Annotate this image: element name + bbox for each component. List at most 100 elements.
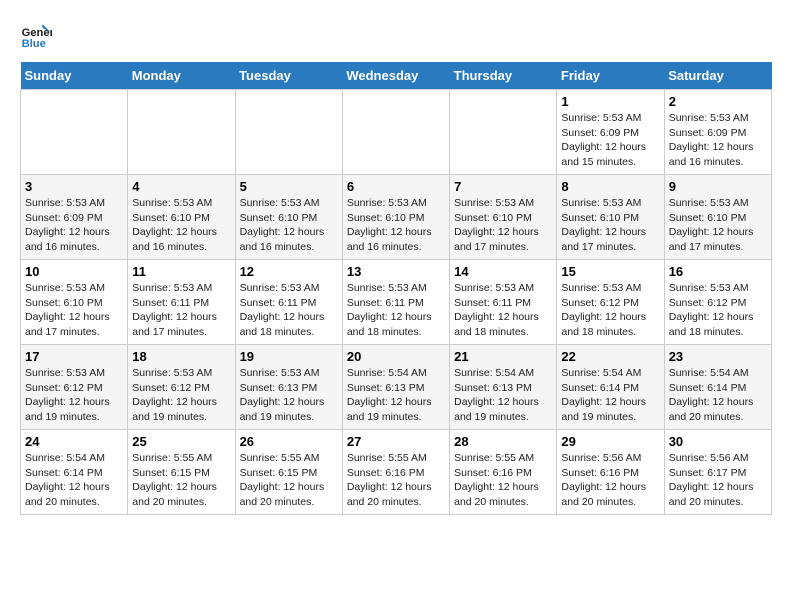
week-row-1: 1 Sunrise: 5:53 AM Sunset: 6:09 PM Daylig… (21, 90, 772, 175)
day-number: 26 (240, 434, 338, 449)
day-info: Sunrise: 5:55 AM Sunset: 6:16 PM Dayligh… (454, 451, 552, 510)
week-row-4: 17 Sunrise: 5:53 AM Sunset: 6:12 PM Dayli… (21, 345, 772, 430)
day-number: 3 (25, 179, 123, 194)
calendar-cell: 28 Sunrise: 5:55 AM Sunset: 6:16 PM Dayli… (450, 430, 557, 515)
day-number: 14 (454, 264, 552, 279)
day-info: Sunrise: 5:53 AM Sunset: 6:13 PM Dayligh… (240, 366, 338, 425)
weekday-header-saturday: Saturday (664, 62, 771, 90)
calendar-cell: 30Sunrise: 5:56 AM Sunset: 6:17 PM Dayli… (664, 430, 771, 515)
day-number: 15 (561, 264, 659, 279)
day-number: 12 (240, 264, 338, 279)
day-number: 19 (240, 349, 338, 364)
day-info: Sunrise: 5:53 AM Sunset: 6:11 PM Dayligh… (132, 281, 230, 340)
calendar-cell: 3 Sunrise: 5:53 AM Sunset: 6:09 PM Daylig… (21, 175, 128, 260)
day-info: Sunrise: 5:53 AM Sunset: 6:12 PM Dayligh… (132, 366, 230, 425)
day-number: 13 (347, 264, 445, 279)
day-info: Sunrise: 5:54 AM Sunset: 6:13 PM Dayligh… (347, 366, 445, 425)
header: General Blue (20, 20, 772, 52)
calendar-cell: 22 Sunrise: 5:54 AM Sunset: 6:14 PM Dayli… (557, 345, 664, 430)
day-info: Sunrise: 5:53 AM Sunset: 6:10 PM Dayligh… (240, 196, 338, 255)
calendar-cell: 2Sunrise: 5:53 AM Sunset: 6:09 PM Daylig… (664, 90, 771, 175)
day-number: 11 (132, 264, 230, 279)
weekday-header-monday: Monday (128, 62, 235, 90)
calendar-cell: 6 Sunrise: 5:53 AM Sunset: 6:10 PM Daylig… (342, 175, 449, 260)
day-number: 16 (669, 264, 767, 279)
week-row-2: 3 Sunrise: 5:53 AM Sunset: 6:09 PM Daylig… (21, 175, 772, 260)
calendar-cell: 18 Sunrise: 5:53 AM Sunset: 6:12 PM Dayli… (128, 345, 235, 430)
day-number: 25 (132, 434, 230, 449)
weekday-header-thursday: Thursday (450, 62, 557, 90)
calendar-cell: 13 Sunrise: 5:53 AM Sunset: 6:11 PM Dayli… (342, 260, 449, 345)
day-number: 20 (347, 349, 445, 364)
calendar-cell: 29 Sunrise: 5:56 AM Sunset: 6:16 PM Dayli… (557, 430, 664, 515)
day-number: 18 (132, 349, 230, 364)
day-number: 28 (454, 434, 552, 449)
calendar-cell: 27 Sunrise: 5:55 AM Sunset: 6:16 PM Dayli… (342, 430, 449, 515)
day-info: Sunrise: 5:54 AM Sunset: 6:14 PM Dayligh… (25, 451, 123, 510)
day-number: 9 (669, 179, 767, 194)
day-number: 8 (561, 179, 659, 194)
day-info: Sunrise: 5:53 AM Sunset: 6:10 PM Dayligh… (561, 196, 659, 255)
day-info: Sunrise: 5:53 AM Sunset: 6:12 PM Dayligh… (669, 281, 767, 340)
day-info: Sunrise: 5:54 AM Sunset: 6:13 PM Dayligh… (454, 366, 552, 425)
day-number: 17 (25, 349, 123, 364)
calendar-cell: 20 Sunrise: 5:54 AM Sunset: 6:13 PM Dayli… (342, 345, 449, 430)
calendar-cell: 5 Sunrise: 5:53 AM Sunset: 6:10 PM Daylig… (235, 175, 342, 260)
day-number: 22 (561, 349, 659, 364)
calendar-cell: 14 Sunrise: 5:53 AM Sunset: 6:11 PM Dayli… (450, 260, 557, 345)
day-info: Sunrise: 5:55 AM Sunset: 6:15 PM Dayligh… (132, 451, 230, 510)
day-info: Sunrise: 5:53 AM Sunset: 6:09 PM Dayligh… (25, 196, 123, 255)
calendar-cell: 21 Sunrise: 5:54 AM Sunset: 6:13 PM Dayli… (450, 345, 557, 430)
day-number: 7 (454, 179, 552, 194)
calendar-table: SundayMondayTuesdayWednesdayThursdayFrid… (20, 62, 772, 515)
day-number: 29 (561, 434, 659, 449)
logo: General Blue (20, 20, 56, 52)
calendar-cell (342, 90, 449, 175)
day-info: Sunrise: 5:53 AM Sunset: 6:10 PM Dayligh… (25, 281, 123, 340)
day-info: Sunrise: 5:53 AM Sunset: 6:11 PM Dayligh… (454, 281, 552, 340)
calendar-cell (21, 90, 128, 175)
calendar-cell: 4 Sunrise: 5:53 AM Sunset: 6:10 PM Daylig… (128, 175, 235, 260)
day-number: 5 (240, 179, 338, 194)
svg-text:Blue: Blue (22, 38, 46, 50)
weekday-header-friday: Friday (557, 62, 664, 90)
calendar-cell: 10 Sunrise: 5:53 AM Sunset: 6:10 PM Dayli… (21, 260, 128, 345)
calendar-cell: 23Sunrise: 5:54 AM Sunset: 6:14 PM Dayli… (664, 345, 771, 430)
day-info: Sunrise: 5:54 AM Sunset: 6:14 PM Dayligh… (561, 366, 659, 425)
day-number: 21 (454, 349, 552, 364)
calendar-cell (235, 90, 342, 175)
calendar-cell: 17 Sunrise: 5:53 AM Sunset: 6:12 PM Dayli… (21, 345, 128, 430)
day-info: Sunrise: 5:53 AM Sunset: 6:10 PM Dayligh… (132, 196, 230, 255)
day-number: 24 (25, 434, 123, 449)
day-info: Sunrise: 5:53 AM Sunset: 6:12 PM Dayligh… (25, 366, 123, 425)
day-info: Sunrise: 5:53 AM Sunset: 6:10 PM Dayligh… (669, 196, 767, 255)
calendar-cell: 12Sunrise: 5:53 AM Sunset: 6:11 PM Dayli… (235, 260, 342, 345)
calendar-cell: 25 Sunrise: 5:55 AM Sunset: 6:15 PM Dayli… (128, 430, 235, 515)
logo-icon: General Blue (20, 20, 52, 52)
day-number: 4 (132, 179, 230, 194)
calendar-cell: 8 Sunrise: 5:53 AM Sunset: 6:10 PM Daylig… (557, 175, 664, 260)
day-number: 10 (25, 264, 123, 279)
day-number: 6 (347, 179, 445, 194)
calendar-cell: 24 Sunrise: 5:54 AM Sunset: 6:14 PM Dayli… (21, 430, 128, 515)
svg-text:General: General (22, 27, 52, 39)
day-info: Sunrise: 5:55 AM Sunset: 6:16 PM Dayligh… (347, 451, 445, 510)
day-info: Sunrise: 5:56 AM Sunset: 6:16 PM Dayligh… (561, 451, 659, 510)
day-number: 2 (669, 94, 767, 109)
day-info: Sunrise: 5:53 AM Sunset: 6:09 PM Dayligh… (561, 111, 659, 170)
week-row-5: 24 Sunrise: 5:54 AM Sunset: 6:14 PM Dayli… (21, 430, 772, 515)
calendar-cell: 1 Sunrise: 5:53 AM Sunset: 6:09 PM Daylig… (557, 90, 664, 175)
weekday-header-row: SundayMondayTuesdayWednesdayThursdayFrid… (21, 62, 772, 90)
day-info: Sunrise: 5:53 AM Sunset: 6:10 PM Dayligh… (347, 196, 445, 255)
day-info: Sunrise: 5:54 AM Sunset: 6:14 PM Dayligh… (669, 366, 767, 425)
day-number: 27 (347, 434, 445, 449)
calendar-cell: 16 Sunrise: 5:53 AM Sunset: 6:12 PM Dayli… (664, 260, 771, 345)
calendar-cell (450, 90, 557, 175)
day-number: 1 (561, 94, 659, 109)
weekday-header-wednesday: Wednesday (342, 62, 449, 90)
calendar-cell (128, 90, 235, 175)
day-info: Sunrise: 5:53 AM Sunset: 6:11 PM Dayligh… (347, 281, 445, 340)
calendar-cell: 26Sunrise: 5:55 AM Sunset: 6:15 PM Dayli… (235, 430, 342, 515)
calendar-cell: 15Sunrise: 5:53 AM Sunset: 6:12 PM Dayli… (557, 260, 664, 345)
calendar-cell: 7Sunrise: 5:53 AM Sunset: 6:10 PM Daylig… (450, 175, 557, 260)
